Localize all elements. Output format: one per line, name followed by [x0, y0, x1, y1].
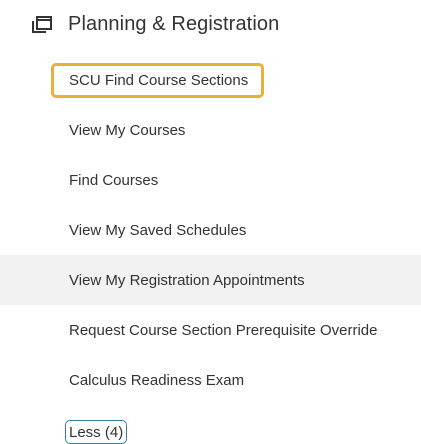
menu-item-label: SCU Find Course Sections: [50, 62, 265, 98]
menu-item-find-courses[interactable]: Find Courses: [0, 155, 421, 205]
menu-item-label: View My Saved Schedules: [69, 221, 247, 239]
menu-item-view-my-registration-appointments[interactable]: View My Registration Appointments: [0, 255, 421, 305]
window-copy-icon: [30, 12, 54, 36]
menu-item-request-prerequisite-override[interactable]: Request Course Section Prerequisite Over…: [0, 305, 421, 355]
menu-item-calculus-readiness-exam[interactable]: Calculus Readiness Exam: [0, 355, 421, 405]
section-header: Planning & Registration: [30, 8, 279, 40]
less-button[interactable]: Less (4): [65, 420, 128, 444]
menu-item-view-my-saved-schedules[interactable]: View My Saved Schedules: [0, 205, 421, 255]
menu-item-scu-find-course-sections[interactable]: SCU Find Course Sections: [0, 55, 421, 105]
menu-item-label: Find Courses: [69, 171, 159, 189]
planning-registration-menu: SCU Find Course Sections View My Courses…: [0, 55, 421, 405]
menu-item-label: Request Course Section Prerequisite Over…: [69, 321, 378, 339]
menu-item-label: Calculus Readiness Exam: [69, 371, 245, 389]
menu-item-label: View My Registration Appointments: [69, 271, 305, 289]
menu-item-label: View My Courses: [69, 121, 186, 139]
section-title: Planning & Registration: [68, 12, 280, 35]
menu-item-view-my-courses[interactable]: View My Courses: [0, 105, 421, 155]
